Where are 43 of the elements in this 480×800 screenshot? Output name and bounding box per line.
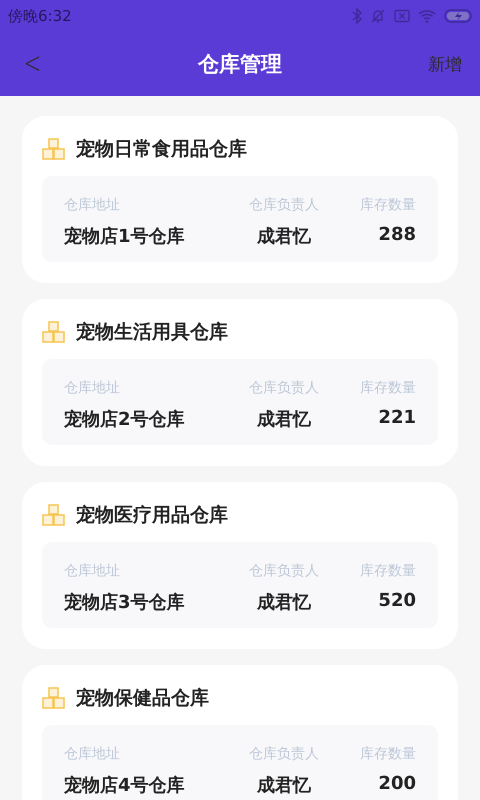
warehouse-card[interactable]: 宠物保健品仓库 仓库地址 仓库负责人 库存数量 宠物店4号仓库 成君忆 200	[22, 665, 458, 800]
battery-icon	[444, 9, 472, 23]
manager-label: 仓库负责人	[248, 562, 320, 580]
warehouse-card[interactable]: 宠物生活用具仓库 仓库地址 仓库负责人 库存数量 宠物店2号仓库 成君忆 221	[22, 299, 458, 466]
warehouse-name: 宠物生活用具仓库	[76, 320, 228, 345]
boxes-icon	[42, 687, 66, 709]
stock-value: 200	[377, 773, 416, 796]
status-time: 傍晚6:32	[8, 6, 72, 26]
wifi-icon	[418, 9, 436, 23]
stock-label: 库存数量	[359, 379, 416, 397]
manager-value: 成君忆	[256, 225, 312, 248]
manager-value: 成君忆	[256, 774, 312, 797]
stock-label: 库存数量	[359, 562, 416, 580]
warehouse-name: 宠物日常食用品仓库	[76, 137, 247, 162]
warehouse-card[interactable]: 宠物医疗用品仓库 仓库地址 仓库负责人 库存数量 宠物店3号仓库 成君忆 520	[22, 482, 458, 649]
page-title: 仓库管理	[198, 51, 282, 78]
address-label: 仓库地址	[64, 379, 121, 397]
manager-label: 仓库负责人	[248, 745, 320, 763]
stock-value: 520	[377, 590, 416, 613]
address-label: 仓库地址	[64, 196, 121, 214]
address-value: 宠物店4号仓库	[64, 774, 186, 797]
manager-label: 仓库负责人	[248, 196, 320, 214]
boxes-icon	[42, 504, 66, 526]
warehouse-name: 宠物医疗用品仓库	[76, 503, 228, 528]
manager-value: 成君忆	[256, 408, 312, 431]
boxes-icon	[42, 321, 66, 343]
address-label: 仓库地址	[64, 745, 121, 763]
manager-label: 仓库负责人	[248, 379, 320, 397]
bell-off-icon	[370, 8, 386, 24]
manager-value: 成君忆	[256, 591, 312, 614]
bluetooth-icon	[352, 8, 362, 24]
warehouse-name: 宠物保健品仓库	[76, 686, 209, 711]
address-value: 宠物店1号仓库	[64, 225, 186, 248]
stock-value: 288	[377, 224, 416, 247]
warehouse-card[interactable]: 宠物日常食用品仓库 仓库地址 仓库负责人 库存数量 宠物店1号仓库 成君忆 288	[22, 116, 458, 283]
address-value: 宠物店3号仓库	[64, 591, 186, 614]
sim-icon	[394, 9, 410, 23]
stock-label: 库存数量	[359, 745, 416, 763]
address-label: 仓库地址	[64, 562, 121, 580]
stock-value: 221	[377, 407, 416, 430]
boxes-icon	[42, 138, 66, 160]
stock-label: 库存数量	[359, 196, 416, 214]
address-value: 宠物店2号仓库	[64, 408, 186, 431]
